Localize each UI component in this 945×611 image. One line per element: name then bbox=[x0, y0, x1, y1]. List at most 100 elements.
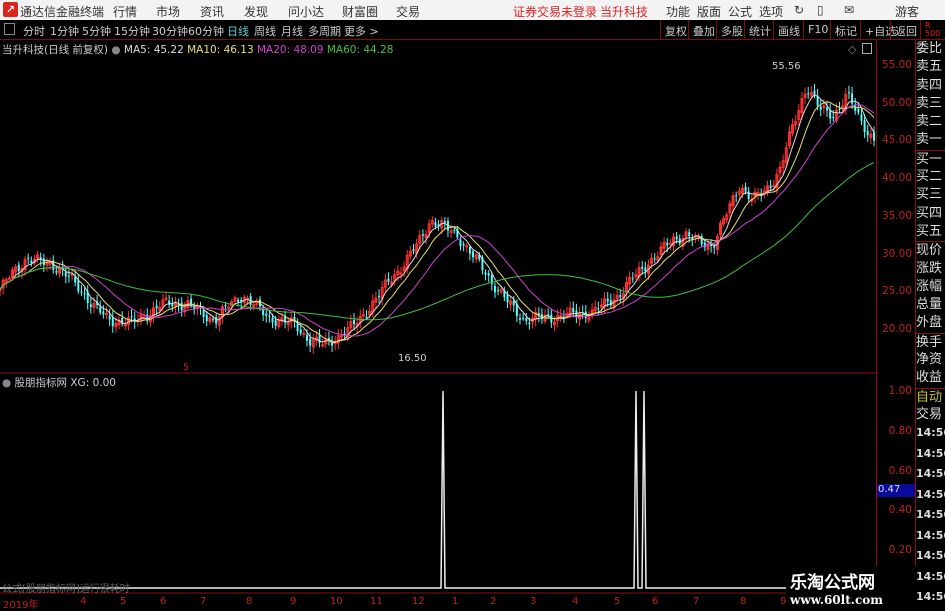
period-tick[interactable]: 分时 bbox=[23, 23, 45, 39]
candle-body bbox=[17, 264, 20, 272]
quote-field-label: 买四 bbox=[916, 205, 943, 221]
menu-function[interactable]: 功能 bbox=[666, 3, 690, 20]
date-tick: 5 bbox=[614, 596, 621, 607]
candle-body bbox=[756, 192, 760, 195]
y-tick: 50.00 bbox=[881, 97, 912, 109]
candle-body bbox=[111, 317, 114, 327]
cursor-value-box: 0.47 bbox=[877, 484, 915, 497]
login-status[interactable]: 证券交易未登录 bbox=[513, 3, 597, 20]
date-tick: 7 bbox=[693, 596, 700, 607]
menu-ask[interactable]: 问小达 bbox=[288, 3, 324, 20]
event-marker[interactable]: 5 bbox=[183, 363, 189, 373]
watermark: 乐淘公式网 www.60lt.com bbox=[786, 566, 916, 609]
ind-y-tick: 1.00 bbox=[888, 385, 912, 397]
trade-label[interactable]: 交易 bbox=[916, 406, 945, 424]
candle-body bbox=[653, 258, 656, 260]
adjust-button[interactable]: 复权 bbox=[660, 20, 691, 40]
candle-body bbox=[525, 318, 528, 322]
quote-panel: 委比 卖五 卖四 卖三 卖二 卖一 买一 买二 买三 买四 买五 现价 涨跌 涨幅 总量 外盘 换手 净资 收益 自动… bbox=[915, 40, 945, 609]
user-label[interactable]: 游客 bbox=[895, 3, 919, 20]
quote-field-label: 总量 bbox=[916, 297, 943, 313]
xg-signal-line bbox=[0, 390, 876, 589]
candle-body bbox=[296, 324, 299, 332]
candle-body bbox=[735, 195, 738, 197]
candle-body bbox=[528, 322, 531, 325]
candle-body bbox=[105, 313, 109, 316]
candle-body bbox=[863, 120, 866, 133]
period-60min[interactable]: 60分钟 bbox=[188, 23, 224, 39]
quote-field-label: 买五 bbox=[916, 223, 943, 239]
indicator-header: ● 股朋指标网 XG: 0.00 bbox=[2, 375, 116, 390]
date-tick: 12 bbox=[412, 596, 425, 607]
candle-body bbox=[202, 310, 205, 317]
candle-body bbox=[572, 308, 575, 313]
candle-body bbox=[606, 298, 609, 302]
period-weekly[interactable]: 周线 bbox=[254, 23, 276, 39]
candle-body bbox=[666, 242, 669, 246]
overlay-button[interactable]: 叠加 bbox=[688, 20, 719, 40]
indicator-collapse-icon[interactable]: ● bbox=[2, 377, 11, 389]
candle-body bbox=[55, 271, 58, 273]
period-multi[interactable]: 多周期 bbox=[308, 23, 341, 39]
candle-body bbox=[807, 93, 810, 95]
price-chart[interactable]: 55.56 16.50 5 bbox=[0, 40, 876, 609]
period-daily[interactable]: 日线 bbox=[227, 23, 249, 39]
period-more[interactable]: 更多 > bbox=[344, 23, 379, 39]
trade-time: 14:56 bbox=[916, 590, 945, 604]
candle-body bbox=[412, 249, 415, 252]
date-tick: 2 bbox=[490, 596, 497, 607]
trade-time: 14:56 bbox=[916, 528, 945, 542]
period-1min[interactable]: 1分钟 bbox=[50, 23, 79, 39]
y-tick: 35.00 bbox=[881, 210, 912, 222]
quote-field-label: 买一 bbox=[916, 149, 945, 168]
candle-body bbox=[472, 251, 475, 258]
candle-body bbox=[302, 332, 306, 335]
menu-news[interactable]: 资讯 bbox=[200, 3, 224, 20]
date-tick: 6 bbox=[160, 596, 167, 607]
date-tick: 1 bbox=[452, 596, 459, 607]
period-30min[interactable]: 30分钟 bbox=[152, 23, 188, 39]
multi-stock-button[interactable]: 多股 bbox=[716, 20, 747, 40]
f10-button[interactable]: F10 bbox=[803, 20, 832, 40]
draw-button[interactable]: 画线 bbox=[773, 20, 804, 40]
ind-y-tick: 0.60 bbox=[888, 465, 912, 477]
menu-layout[interactable]: 版面 bbox=[697, 3, 721, 20]
menu-market[interactable]: 市场 bbox=[156, 3, 180, 20]
ind-y-tick: 0.20 bbox=[888, 544, 912, 556]
candle-body bbox=[67, 275, 70, 277]
period-15min[interactable]: 15分钟 bbox=[114, 23, 150, 39]
stock-name-link[interactable]: 当升科技 bbox=[600, 3, 648, 20]
ma20-line bbox=[0, 104, 875, 337]
auto-trade-label[interactable]: 自动 bbox=[916, 387, 945, 406]
menu-wealth[interactable]: 财富圈 bbox=[342, 3, 378, 20]
period-5min[interactable]: 5分钟 bbox=[82, 23, 111, 39]
trade-time: 14:56 bbox=[916, 487, 945, 501]
menu-trade[interactable]: 交易 bbox=[396, 3, 420, 20]
period-monthly[interactable]: 月线 bbox=[281, 23, 303, 39]
candle-body bbox=[80, 291, 83, 293]
candle-body bbox=[860, 114, 863, 121]
quote-field-label: 卖二 bbox=[916, 114, 943, 130]
back-button[interactable]: 返回 bbox=[890, 20, 921, 40]
phone-icon[interactable]: ▯ bbox=[817, 3, 824, 17]
menu-options[interactable]: 选项 bbox=[759, 3, 783, 20]
ind-y-tick: 0.40 bbox=[888, 504, 912, 516]
candle-body bbox=[484, 272, 487, 275]
candle-body bbox=[309, 338, 312, 346]
menu-formula[interactable]: 公式 bbox=[728, 3, 752, 20]
panel-toggle-icon[interactable] bbox=[4, 23, 15, 35]
date-tick: 10 bbox=[330, 596, 343, 607]
ma-lines bbox=[0, 94, 875, 344]
ma10-line bbox=[0, 101, 875, 343]
menu-discover[interactable]: 发现 bbox=[244, 3, 268, 20]
menu-quotes[interactable]: 行情 bbox=[113, 3, 137, 20]
candle-body bbox=[237, 299, 240, 302]
date-tick: 8 bbox=[246, 596, 253, 607]
stats-button[interactable]: 统计 bbox=[744, 20, 775, 40]
candle-body bbox=[851, 93, 854, 104]
refresh-icon[interactable]: ↻ bbox=[794, 3, 804, 17]
period-toolbar: 分时 1分钟 5分钟 15分钟 30分钟 60分钟 日线 周线 月线 多周期 更… bbox=[0, 20, 945, 40]
mark-button[interactable]: 标记 bbox=[830, 20, 861, 40]
date-tick: 4 bbox=[572, 596, 579, 607]
mail-icon[interactable]: ✉ bbox=[844, 3, 854, 17]
